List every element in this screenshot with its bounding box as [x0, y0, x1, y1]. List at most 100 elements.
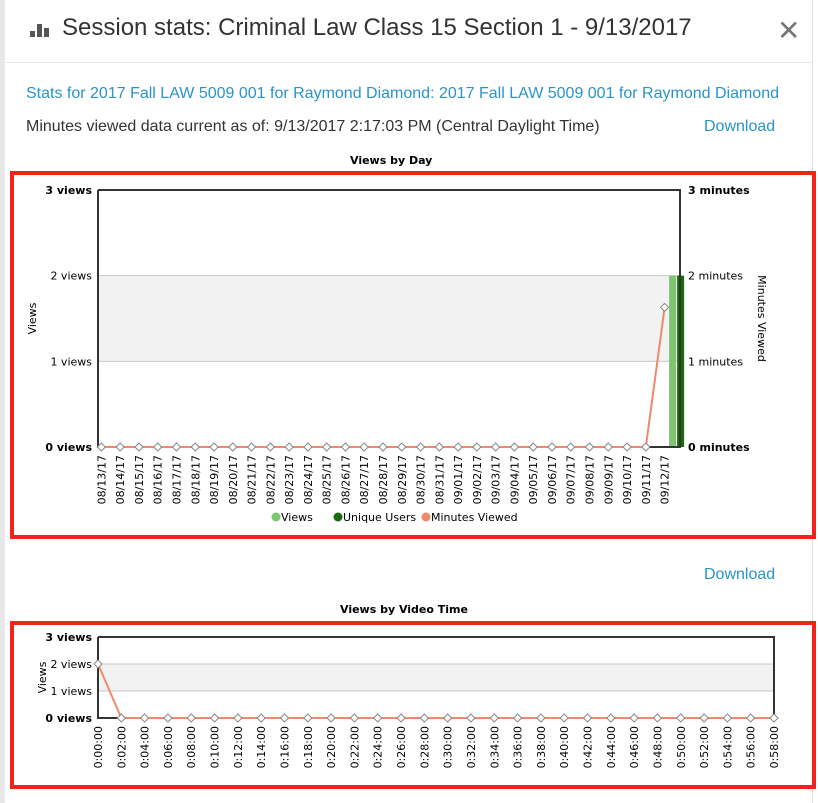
chart-title-day: Views by Day	[350, 154, 433, 167]
x-tick-label: 09/03/17	[490, 455, 503, 504]
x-tick-label: 08/15/17	[133, 455, 146, 504]
point-minutes-viewed	[415, 442, 426, 452]
point-views	[466, 713, 476, 723]
point-views	[559, 713, 569, 723]
close-icon[interactable]: ✕	[777, 17, 800, 45]
x-tick-label: 0:02:00	[115, 726, 128, 768]
point-minutes-viewed	[246, 442, 257, 452]
y-axis-label: Views	[36, 661, 49, 693]
point-minutes-viewed	[528, 442, 538, 452]
point-minutes-viewed	[378, 442, 388, 452]
point-minutes-viewed	[134, 442, 144, 452]
point-views	[536, 713, 546, 723]
x-tick-label: 0:40:00	[558, 726, 571, 768]
download-link-day[interactable]: Download	[704, 118, 775, 136]
data-as-of-text: Minutes viewed data current as of: 9/13/…	[26, 118, 600, 135]
point-views	[139, 713, 150, 723]
x-tick-label: 0:10:00	[209, 726, 222, 768]
point-minutes-viewed	[303, 442, 313, 452]
x-tick-label: 0:22:00	[348, 726, 361, 768]
views-by-day-chart: 0 views 1 views 2 views 3 views 0 minutes 1 m…	[26, 184, 768, 524]
y-tick-label: 1 views	[50, 685, 92, 698]
point-minutes-viewed	[321, 442, 332, 452]
x-tick-label: 0:06:00	[162, 726, 175, 768]
point-views	[745, 713, 756, 723]
point-minutes-viewed	[228, 442, 238, 452]
bar-chart-icon	[30, 23, 50, 37]
point-minutes-viewed	[472, 442, 482, 452]
x-tick-label: 09/12/17	[659, 455, 672, 504]
point-views	[233, 713, 243, 723]
point-minutes-viewed	[397, 442, 407, 452]
point-views	[606, 713, 616, 723]
x-tick-label: 09/05/17	[527, 455, 540, 504]
x-tick-label: 0:16:00	[278, 726, 291, 768]
y2-tick-label: 1 minutes	[688, 355, 743, 368]
x-tick-label: 08/28/17	[377, 455, 390, 504]
y-tick-label: 0 views	[45, 712, 92, 725]
point-minutes-viewed	[284, 442, 294, 452]
x-tick-label: 08/31/17	[433, 455, 446, 504]
x-tick-label: 0:26:00	[395, 726, 408, 768]
point-views	[116, 713, 127, 723]
x-tick-label: 09/06/17	[546, 455, 559, 504]
x-tick-label: 0:42:00	[582, 726, 595, 768]
point-minutes-viewed	[265, 442, 276, 452]
x-tick-label: 0:54:00	[721, 726, 734, 768]
x-tick-label: 0:58:00	[768, 726, 781, 768]
x-tick-label: 0:56:00	[745, 726, 758, 768]
point-minutes-viewed	[547, 442, 557, 452]
point-views	[512, 713, 523, 723]
point-minutes-viewed	[115, 442, 125, 452]
point-views	[396, 713, 406, 723]
x-tick-label: 09/11/17	[640, 455, 653, 504]
legend-label: Unique Users	[343, 511, 416, 524]
point-minutes-viewed	[209, 442, 219, 452]
y-tick-label: 1 views	[50, 355, 92, 368]
stats-link[interactable]: Stats for 2017 Fall LAW 5009 001 for Ray…	[26, 85, 779, 103]
point-views	[303, 713, 313, 723]
point-views	[186, 713, 196, 723]
legend-marker	[333, 512, 343, 522]
x-tick-label: 09/09/17	[602, 455, 615, 504]
point-views	[373, 713, 383, 723]
x-tick-label: 09/04/17	[508, 455, 521, 504]
x-tick-label: 0:30:00	[442, 726, 455, 768]
x-tick-label: 08/23/17	[283, 455, 296, 504]
point-views	[442, 713, 453, 723]
download-link-video[interactable]: Download	[704, 566, 775, 584]
x-tick-label: 0:32:00	[465, 726, 478, 768]
point-views	[629, 713, 639, 723]
y2-axis-label: Minutes Viewed	[755, 275, 768, 362]
point-minutes-viewed	[641, 442, 651, 452]
x-tick-label: 0:38:00	[535, 726, 548, 768]
point-views	[582, 713, 593, 723]
x-tick-label: 0:24:00	[372, 726, 385, 768]
y2-tick-label: 3 minutes	[688, 184, 750, 197]
point-views	[279, 713, 290, 723]
point-views	[722, 713, 733, 723]
x-tick-label: 08/19/17	[208, 455, 221, 504]
point-views	[256, 713, 266, 723]
legend-marker	[271, 512, 281, 522]
x-tick-label: 08/20/17	[227, 455, 240, 504]
point-minutes-viewed	[622, 442, 632, 452]
x-tick-label: 0:14:00	[255, 726, 268, 768]
bar-views	[669, 275, 677, 447]
point-views	[769, 713, 779, 723]
x-tick-label: 0:46:00	[628, 726, 641, 768]
modal-header: Session stats: Criminal Law Class 15 Sec…	[6, 0, 812, 63]
x-tick-label: 08/26/17	[339, 455, 352, 504]
legend-label: Minutes Viewed	[431, 511, 518, 524]
x-tick-label: 0:12:00	[232, 726, 245, 768]
x-tick-label: 0:18:00	[302, 726, 315, 768]
y-tick-label: 2 views	[50, 658, 92, 671]
x-tick-label: 0:04:00	[139, 726, 152, 768]
y-axis-label: Views	[26, 302, 39, 334]
x-tick-label: 08/30/17	[415, 455, 428, 504]
modal-title: Session stats: Criminal Law Class 15 Sec…	[62, 14, 692, 41]
point-minutes-viewed	[190, 442, 200, 452]
point-minutes-viewed	[171, 442, 182, 452]
x-tick-label: 08/25/17	[321, 455, 334, 504]
point-minutes-viewed	[453, 442, 463, 452]
